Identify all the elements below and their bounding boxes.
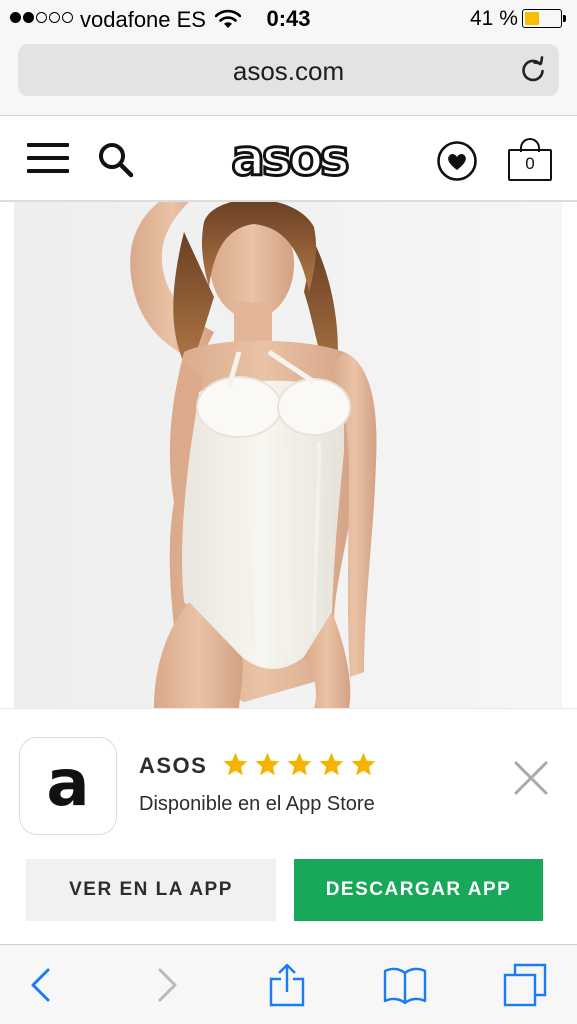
star-icon xyxy=(223,752,248,776)
product-photo[interactable] xyxy=(0,202,577,708)
share-icon[interactable] xyxy=(265,963,309,1007)
url-field[interactable]: asos.com xyxy=(18,44,559,96)
product-photo-image[interactable] xyxy=(14,202,562,708)
bag-count: 0 xyxy=(525,154,535,173)
browser-address-bar: asos.com xyxy=(0,38,577,116)
rating-stars xyxy=(222,751,377,778)
app-name: ASOS xyxy=(139,753,208,778)
star-icon xyxy=(255,752,280,776)
asos-app-icon[interactable]: a xyxy=(19,737,117,835)
signal-strength-icon xyxy=(10,12,73,23)
star-icon xyxy=(287,752,312,776)
battery-icon xyxy=(522,9,566,28)
reload-icon[interactable] xyxy=(519,56,547,84)
site-header: asos 0 xyxy=(0,116,577,202)
signal-dot xyxy=(49,12,60,23)
tabs-icon[interactable] xyxy=(503,963,547,1007)
status-bar: vodafone ES 0:43 41 % xyxy=(0,0,577,38)
star-icon xyxy=(351,752,376,776)
signal-dot xyxy=(23,12,34,23)
forward-chevron-icon[interactable] xyxy=(142,963,186,1007)
bookmarks-icon[interactable] xyxy=(383,963,427,1007)
heart-circle-icon[interactable] xyxy=(436,140,478,182)
search-icon[interactable] xyxy=(97,141,135,179)
close-icon[interactable] xyxy=(512,759,550,797)
back-chevron-icon[interactable] xyxy=(22,963,66,1007)
hamburger-menu-icon[interactable] xyxy=(27,143,69,175)
signal-dot xyxy=(10,12,21,23)
battery-percentage: 41 % xyxy=(470,7,518,30)
carrier-name: vodafone ES xyxy=(80,7,206,32)
app-store-availability: Disponible en el App Store xyxy=(139,793,375,815)
battery-level xyxy=(525,12,539,25)
star-icon xyxy=(319,752,344,776)
download-app-button[interactable]: DESCARGAR APP xyxy=(294,859,543,921)
asos-logo[interactable]: asos xyxy=(218,128,360,189)
signal-dot xyxy=(36,12,47,23)
wifi-icon xyxy=(215,9,241,28)
signal-dot xyxy=(62,12,73,23)
app-icon-letter: a xyxy=(46,747,90,821)
open-in-app-button[interactable]: VER EN LA APP xyxy=(26,859,276,921)
smart-app-banner: a ASOS Disponible en el App Store VER EN… xyxy=(0,708,577,944)
shopping-bag-icon[interactable]: 0 xyxy=(508,137,552,181)
browser-toolbar xyxy=(0,944,577,1024)
url-text[interactable]: asos.com xyxy=(18,56,559,87)
